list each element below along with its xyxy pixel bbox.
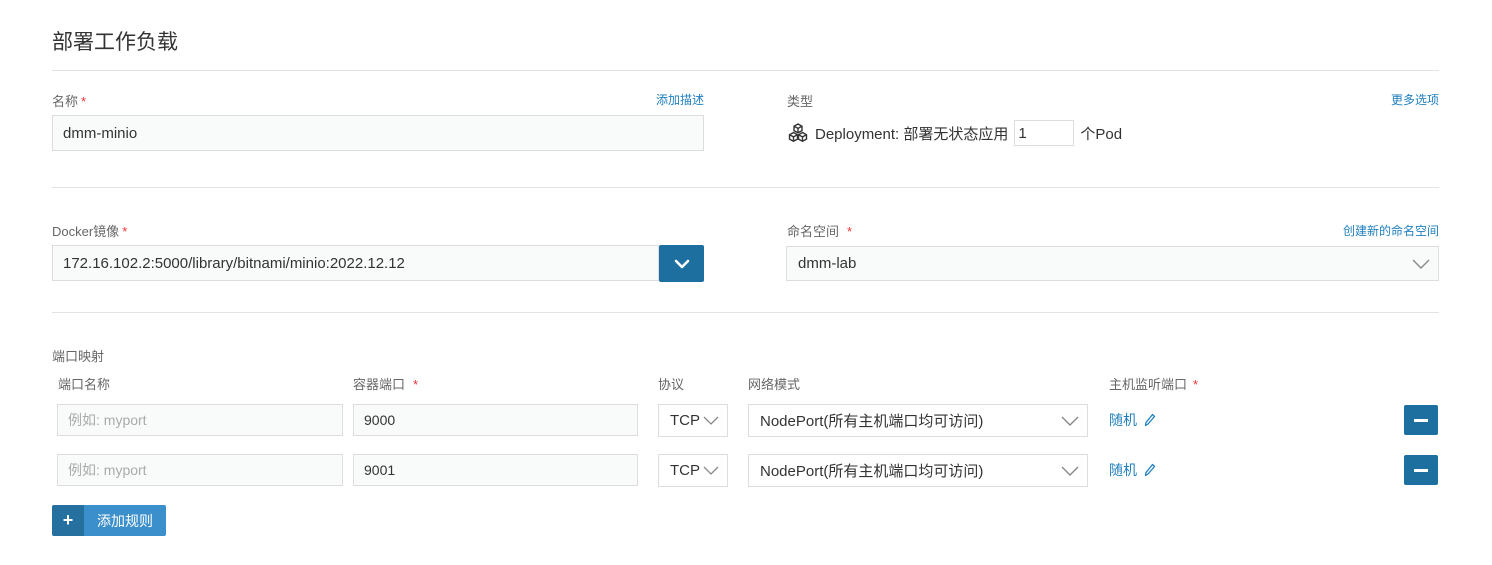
- replicas-input[interactable]: 1: [1014, 120, 1075, 146]
- protocol-select[interactable]: TCP: [658, 454, 728, 487]
- host-port-value: 随机: [1109, 462, 1137, 478]
- namespace-label-text: 命名空间: [787, 224, 840, 239]
- name-label-text: 名称: [52, 94, 79, 109]
- image-label-text: Docker镜像: [52, 224, 120, 239]
- required-mark: *: [122, 224, 128, 239]
- ports-section-label: 端口映射: [52, 349, 105, 364]
- cubes-icon: [787, 122, 809, 144]
- divider: [52, 187, 1439, 188]
- add-rule-button[interactable]: + 添加规则: [52, 505, 166, 536]
- image-dropdown-button[interactable]: [659, 245, 704, 282]
- col-header-network-mode: 网络模式: [748, 377, 801, 392]
- host-port-value: 随机: [1109, 412, 1137, 428]
- divider: [52, 70, 1439, 71]
- minus-icon: [1414, 468, 1428, 472]
- name-input[interactable]: dmm-minio: [52, 115, 704, 151]
- namespace-select[interactable]: dmm-lab: [786, 246, 1439, 281]
- chevron-down-icon: [674, 259, 689, 268]
- port-name-input[interactable]: 例如: myport: [57, 404, 343, 436]
- add-rule-label: 添加规则: [84, 505, 166, 536]
- page-title: 部署工作负载: [52, 31, 178, 54]
- network-mode-select[interactable]: NodePort(所有主机端口均可访问): [748, 454, 1088, 487]
- chevron-down-icon: [1061, 466, 1079, 476]
- network-mode-value: NodePort(所有主机端口均可访问): [760, 463, 984, 480]
- col-header-container-port: 容器端口 *: [353, 374, 418, 393]
- chevron-down-icon: [703, 416, 719, 425]
- pencil-icon[interactable]: [1144, 463, 1156, 477]
- protocol-value: TCP: [670, 412, 700, 429]
- chevron-down-icon: [703, 466, 719, 475]
- more-options-link[interactable]: 更多选项: [1391, 91, 1439, 108]
- col-header-host-port-text: 主机监听端口: [1109, 377, 1188, 392]
- image-input[interactable]: 172.16.102.2:5000/library/bitnami/minio:…: [52, 245, 659, 281]
- network-mode-select[interactable]: NodePort(所有主机端口均可访问): [748, 404, 1088, 437]
- col-header-port-name: 端口名称: [58, 377, 111, 392]
- col-header-protocol: 协议: [658, 377, 685, 392]
- plus-icon: +: [52, 505, 84, 536]
- minus-icon: [1414, 418, 1428, 422]
- required-mark: *: [1193, 377, 1199, 392]
- namespace-label: 命名空间 *: [787, 221, 852, 240]
- add-description-link[interactable]: 添加描述: [656, 91, 704, 108]
- port-name-input[interactable]: 例如: myport: [57, 454, 343, 486]
- host-port-random[interactable]: 随机: [1109, 460, 1156, 480]
- container-port-input[interactable]: 9001: [353, 454, 638, 486]
- pencil-icon[interactable]: [1144, 413, 1156, 427]
- type-row: Deployment: 部署无状态应用 1 个Pod: [787, 119, 1122, 147]
- required-mark: *: [81, 94, 87, 109]
- required-mark: *: [413, 377, 419, 392]
- chevron-down-icon: [1412, 259, 1430, 269]
- remove-port-button[interactable]: [1404, 405, 1438, 435]
- namespace-value: dmm-lab: [798, 255, 857, 272]
- protocol-select[interactable]: TCP: [658, 404, 728, 437]
- required-mark: *: [847, 224, 853, 239]
- host-port-random[interactable]: 随机: [1109, 410, 1156, 430]
- type-prefix: Deployment: 部署无状态应用: [815, 125, 1009, 143]
- container-port-input[interactable]: 9000: [353, 404, 638, 436]
- divider: [52, 312, 1439, 313]
- protocol-value: TCP: [670, 462, 700, 479]
- chevron-down-icon: [1061, 416, 1079, 426]
- name-label: 名称 *: [52, 91, 86, 110]
- remove-port-button[interactable]: [1404, 455, 1438, 485]
- type-label: 类型: [787, 94, 814, 109]
- col-header-host-port: 主机监听端口 *: [1109, 374, 1198, 393]
- network-mode-value: NodePort(所有主机端口均可访问): [760, 413, 984, 430]
- create-namespace-link[interactable]: 创建新的命名空间: [1343, 222, 1439, 239]
- type-suffix: 个Pod: [1080, 125, 1123, 143]
- image-label: Docker镜像 *: [52, 221, 127, 240]
- col-header-container-port-text: 容器端口: [353, 377, 406, 392]
